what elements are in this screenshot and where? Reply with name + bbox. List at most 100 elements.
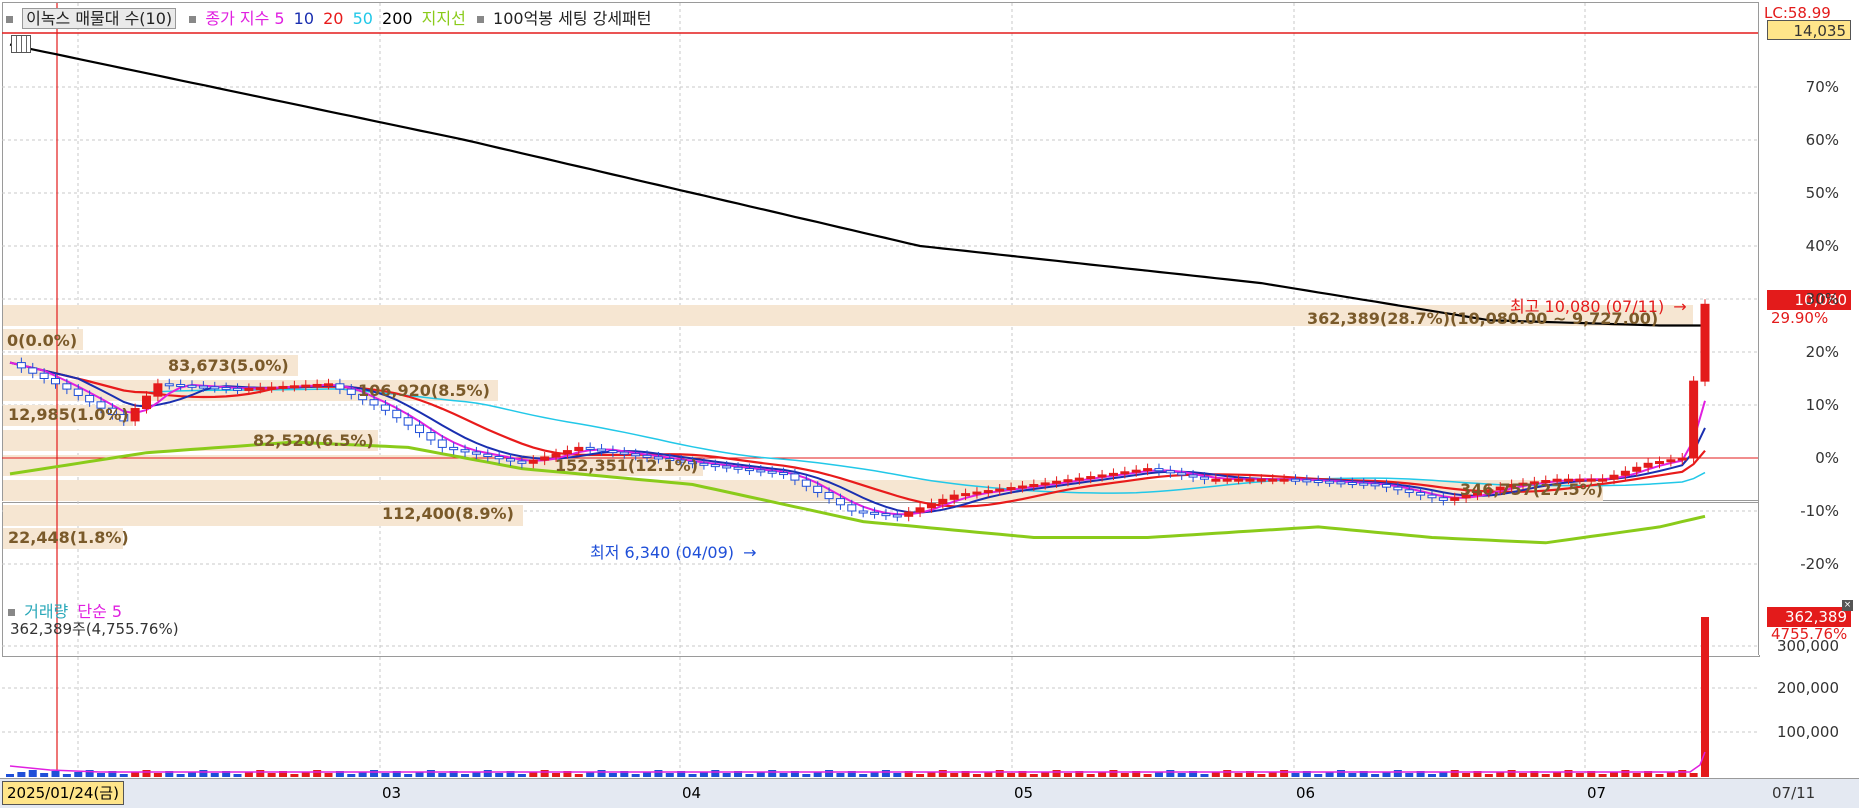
x-axis — [0, 778, 1859, 808]
low-annotation: 최저 6,340 (04/09) → — [590, 543, 757, 562]
candle-body — [1006, 487, 1016, 491]
candle-body — [289, 385, 299, 389]
candle-body — [346, 388, 356, 395]
volume-bar — [74, 772, 83, 777]
percent-tick-label: -10% — [1800, 502, 1839, 520]
stock-chart-window: 이녹스 매물대 수(10) 종가 지수 5 10 20 50 200 지지선 1… — [0, 0, 1859, 808]
candle-body — [790, 473, 800, 481]
candle-body — [1199, 476, 1209, 480]
candle-body — [722, 465, 732, 469]
volume-bar — [1621, 770, 1630, 777]
candle-body — [1404, 489, 1414, 493]
percent-tick-label: 70% — [1805, 78, 1839, 96]
volume-bar — [233, 774, 242, 777]
legend-ma5[interactable]: 종가 지수 5 — [205, 9, 284, 28]
percent-tick-label: 40% — [1805, 237, 1839, 255]
candle-body — [449, 446, 459, 451]
percent-tick-label: 10% — [1805, 396, 1839, 414]
volume-bar — [597, 770, 606, 777]
volume-bar — [199, 770, 208, 777]
candle-body — [1609, 474, 1619, 480]
volume-bar — [802, 774, 811, 777]
candle-body — [949, 494, 959, 500]
candle-body — [870, 511, 880, 515]
candle-body — [255, 387, 265, 391]
candle-body — [858, 510, 868, 514]
candle-body — [471, 451, 481, 455]
candle-body — [1234, 478, 1244, 482]
chart-canvas[interactable] — [0, 0, 1859, 807]
volume-bar — [859, 774, 868, 777]
candle-body — [892, 514, 902, 518]
legend-ma20[interactable]: 20 — [323, 9, 343, 28]
candle-body — [1700, 303, 1710, 382]
candle-body — [415, 424, 425, 434]
volume-bar — [483, 770, 492, 777]
candle-body — [335, 383, 345, 390]
candle-body — [39, 372, 49, 380]
candle-body — [1143, 468, 1153, 472]
candle-body — [517, 460, 527, 464]
top-legend: 이녹스 매물대 수(10) 종가 지수 5 10 20 50 200 지지선 1… — [6, 5, 652, 29]
volume-bar — [1280, 770, 1289, 777]
volume-bar — [97, 773, 106, 777]
candle-body — [904, 511, 914, 517]
volume-profile-label: 106,920(8.5%) — [358, 381, 490, 400]
volume-bar — [1223, 770, 1232, 777]
volume-bar — [631, 774, 640, 777]
volume-bar — [1427, 774, 1436, 777]
legend-ma50[interactable]: 50 — [353, 9, 373, 28]
volume-bar — [256, 770, 265, 777]
right-date-label: 07/11 — [1772, 784, 1816, 802]
candle-body — [1290, 478, 1300, 482]
legend-ma-square-icon — [189, 16, 197, 23]
percent-tick-label: -20% — [1800, 555, 1839, 573]
candle-body — [1108, 472, 1118, 476]
volume-bar — [381, 773, 390, 777]
candle-body — [1268, 478, 1278, 482]
candle-body — [574, 446, 584, 452]
volume-bar — [665, 773, 674, 777]
legend-ma10[interactable]: 10 — [294, 9, 314, 28]
candle-body — [1347, 482, 1357, 486]
candle-body — [1666, 459, 1676, 463]
candle-body — [312, 383, 322, 387]
candle-body — [744, 468, 754, 472]
volume-bar — [1632, 773, 1641, 777]
volume-bar — [1575, 773, 1584, 777]
volume-bar — [1143, 774, 1152, 777]
candle-body — [961, 493, 971, 497]
volume-toggle-square-icon[interactable] — [8, 609, 15, 616]
volume-bar — [404, 774, 413, 777]
volume-bar — [313, 770, 322, 777]
volume-panel-close-icon[interactable]: × — [1842, 600, 1853, 611]
grid-icon[interactable] — [11, 35, 31, 53]
candle-body — [1279, 478, 1289, 482]
candle-body — [437, 439, 447, 448]
volume-bar — [210, 773, 219, 777]
volume-bar — [1393, 770, 1402, 777]
candle-body — [130, 408, 140, 422]
candle-body — [1370, 483, 1380, 487]
volume-bar — [836, 773, 845, 777]
legend-ma200[interactable]: 200 — [382, 9, 413, 28]
candle-body — [1677, 457, 1687, 461]
candle-body — [926, 503, 936, 509]
date-box[interactable]: 2025/01/24(금) — [2, 781, 124, 805]
candle-body — [972, 491, 982, 495]
month-label: 06 — [1296, 784, 1316, 802]
chart-title[interactable]: 이녹스 매물대 수(10) — [22, 8, 177, 29]
candle-body — [187, 384, 197, 388]
legend-pattern[interactable]: 100억봉 세팅 강세패턴 — [493, 9, 651, 28]
candle-body — [983, 490, 993, 494]
legend-support[interactable]: 지지선 — [422, 9, 466, 28]
volume-bar — [370, 770, 379, 777]
candle-body — [1336, 481, 1346, 485]
volume-bar — [1052, 770, 1061, 777]
volume-value-text: 362,389주(4,755.76%) — [10, 620, 179, 638]
current-price-tag: 14,035 — [1767, 20, 1851, 40]
candle-body — [1052, 480, 1062, 484]
volume-bar — [1086, 774, 1095, 777]
candle-body — [585, 446, 595, 450]
legend-toggle-square-icon[interactable] — [6, 16, 13, 23]
